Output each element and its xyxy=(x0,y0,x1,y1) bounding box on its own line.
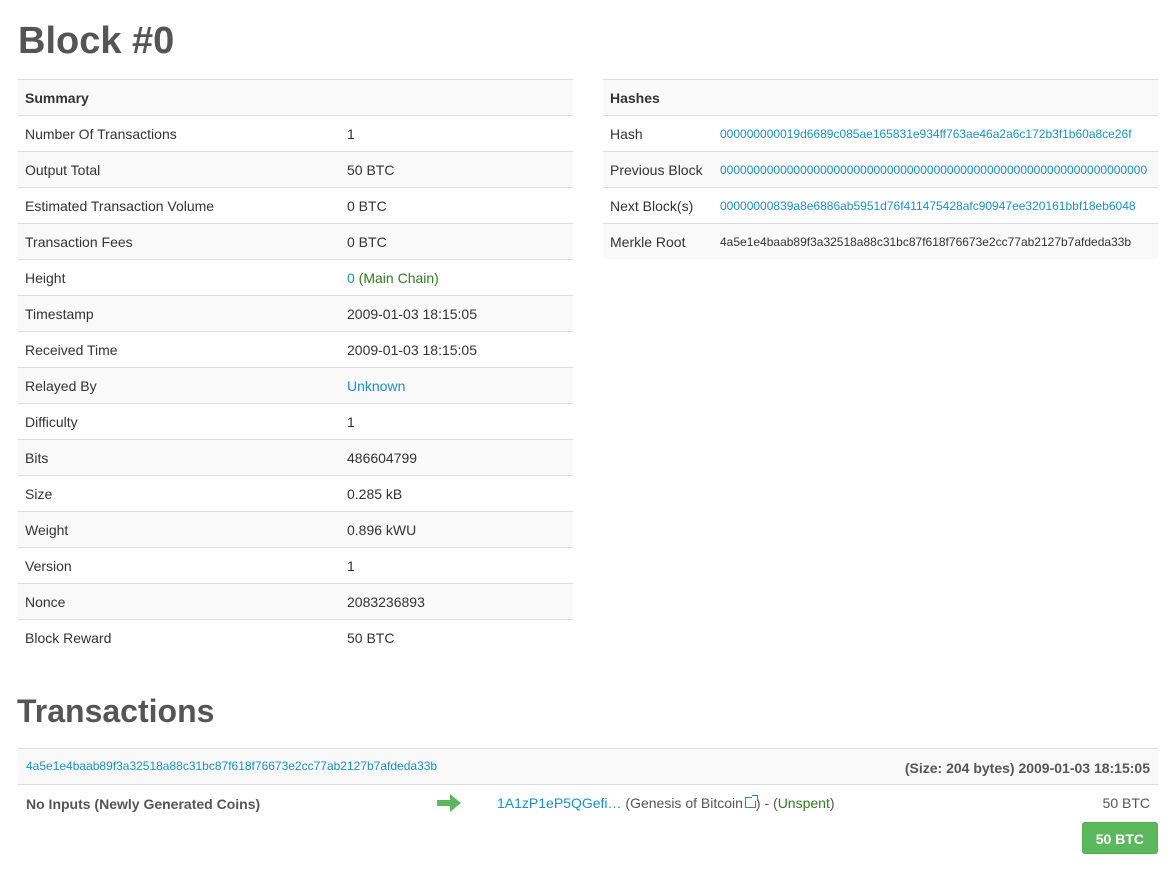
summary-row-block-reward: Block Reward 50 BTC xyxy=(18,619,573,655)
merkle-root-value: 4a5e1e4baab89f3a32518a88c31bc87f618f7667… xyxy=(713,223,1158,259)
summary-value: Unknown xyxy=(340,367,573,404)
summary-row-bits: Bits 486604799 xyxy=(18,439,573,476)
summary-value: 0.896 kWU xyxy=(340,511,573,548)
hashes-value: 00000000839a8e6886ab5951d76f411475428afc… xyxy=(713,187,1158,224)
summary-value: 1 xyxy=(340,403,573,440)
summary-row-estimated-volume: Estimated Transaction Volume 0 BTC xyxy=(18,187,573,224)
hashes-label: Previous Block xyxy=(603,151,713,188)
transaction-header: 4a5e1e4baab89f3a32518a88c31bc87f618f7667… xyxy=(18,749,1158,785)
hashes-table: Hashes Hash 000000000019d6689c085ae16583… xyxy=(603,79,1158,259)
hashes-value: 000000000019d6689c085ae165831e934ff763ae… xyxy=(713,115,1158,152)
previous-block-link[interactable]: 0000000000000000000000000000000000000000… xyxy=(720,163,1147,177)
summary-label: Timestamp xyxy=(18,295,340,332)
summary-label: Bits xyxy=(18,439,340,476)
summary-row-relayed-by: Relayed By Unknown xyxy=(18,367,573,404)
summary-value: 2083236893 xyxy=(340,583,573,620)
summary-row-version: Version 1 xyxy=(18,547,573,584)
summary-row-nonce: Nonce 2083236893 xyxy=(18,583,573,620)
summary-row-height: Height 0 (Main Chain) xyxy=(18,259,573,296)
summary-label: Block Reward xyxy=(18,619,340,655)
summary-value: 50 BTC xyxy=(340,151,573,188)
transaction-inputs: No Inputs (Newly Generated Coins) xyxy=(26,796,261,812)
main-chain-label: (Main Chain) xyxy=(354,269,439,286)
summary-row-transaction-fees: Transaction Fees 0 BTC xyxy=(18,223,573,260)
hashes-row-merkle-root: Merkle Root 4a5e1e4baab89f3a32518a88c31b… xyxy=(603,223,1158,259)
summary-value: 1 xyxy=(340,547,573,584)
hashes-label: Hash xyxy=(603,115,713,152)
summary-row-weight: Weight 0.896 kWU xyxy=(18,511,573,548)
block-hash-link[interactable]: 000000000019d6689c085ae165831e934ff763ae… xyxy=(720,127,1132,141)
summary-row-number-of-transactions: Number Of Transactions 1 xyxy=(18,115,573,152)
output-status: Unspent xyxy=(777,795,830,811)
relayed-by-link[interactable]: Unknown xyxy=(347,378,405,394)
hashes-label: Merkle Root xyxy=(603,223,713,259)
total-amount-button[interactable]: 50 BTC xyxy=(1081,822,1158,854)
summary-row-difficulty: Difficulty 1 xyxy=(18,403,573,440)
summary-row-output-total: Output Total 50 BTC xyxy=(18,151,573,188)
next-block-link[interactable]: 00000000839a8e6886ab5951d76f411475428afc… xyxy=(720,199,1136,213)
transaction-meta: (Size: 204 bytes) 2009-01-03 18:15:05 xyxy=(904,760,1150,776)
hashes-row-next-blocks: Next Block(s) 00000000839a8e6886ab5951d7… xyxy=(603,187,1158,224)
hashes-row-hash: Hash 000000000019d6689c085ae165831e934ff… xyxy=(603,115,1158,152)
summary-table: Summary Number Of Transactions 1 Output … xyxy=(18,79,573,655)
summary-label: Version xyxy=(18,547,340,584)
output-address-link[interactable]: 1A1zP1eP5QGefi… xyxy=(497,795,622,811)
output-tag: Genesis of Bitcoin xyxy=(630,795,743,811)
summary-value: 2009-01-03 18:15:05 xyxy=(340,295,573,332)
output-tag-close: ) - ( xyxy=(755,795,778,811)
summary-value: 0 (Main Chain) xyxy=(340,259,573,296)
output-status-close: ) xyxy=(829,795,835,811)
transaction-row: No Inputs (Newly Generated Coins) 1A1zP1… xyxy=(18,785,1158,821)
transaction-card: 4a5e1e4baab89f3a32518a88c31bc87f618f7667… xyxy=(18,748,1158,854)
hashes-value: 0000000000000000000000000000000000000000… xyxy=(713,151,1158,188)
summary-label: Relayed By xyxy=(18,367,340,404)
summary-label: Number Of Transactions xyxy=(18,115,340,152)
hashes-header: Hashes xyxy=(603,79,1158,116)
summary-label: Weight xyxy=(18,511,340,548)
summary-header: Summary xyxy=(18,79,573,116)
page-title: Block #0 xyxy=(18,20,175,62)
summary-row-received-time: Received Time 2009-01-03 18:15:05 xyxy=(18,331,573,368)
summary-value: 50 BTC xyxy=(340,619,573,655)
summary-label: Received Time xyxy=(18,331,340,368)
hashes-label: Next Block(s) xyxy=(603,187,713,224)
output-tag-open: ( xyxy=(621,795,631,811)
summary-value: 1 xyxy=(340,115,573,152)
summary-label: Difficulty xyxy=(18,403,340,440)
summary-label: Output Total xyxy=(18,151,340,188)
summary-label: Estimated Transaction Volume xyxy=(18,187,340,224)
summary-label: Height xyxy=(18,259,340,296)
summary-label: Nonce xyxy=(18,583,340,620)
hashes-row-previous-block: Previous Block 0000000000000000000000000… xyxy=(603,151,1158,188)
height-link[interactable]: 0 xyxy=(347,270,355,286)
transaction-hash-link[interactable]: 4a5e1e4baab89f3a32518a88c31bc87f618f7667… xyxy=(26,759,437,773)
transaction-output: 1A1zP1eP5QGefi… (Genesis of Bitcoin ) - (… xyxy=(497,795,835,811)
summary-row-size: Size 0.285 kB xyxy=(18,475,573,512)
external-link-icon[interactable] xyxy=(744,795,758,808)
arrow-right-icon xyxy=(437,794,461,812)
transactions-title: Transactions xyxy=(17,693,215,729)
summary-value: 2009-01-03 18:15:05 xyxy=(340,331,573,368)
summary-label: Size xyxy=(18,475,340,512)
summary-row-timestamp: Timestamp 2009-01-03 18:15:05 xyxy=(18,295,573,332)
summary-value: 486604799 xyxy=(340,439,573,476)
output-amount: 50 BTC xyxy=(1102,795,1150,811)
summary-value: 0 BTC xyxy=(340,223,573,260)
summary-label: Transaction Fees xyxy=(18,223,340,260)
summary-value: 0 BTC xyxy=(340,187,573,224)
summary-value: 0.285 kB xyxy=(340,475,573,512)
